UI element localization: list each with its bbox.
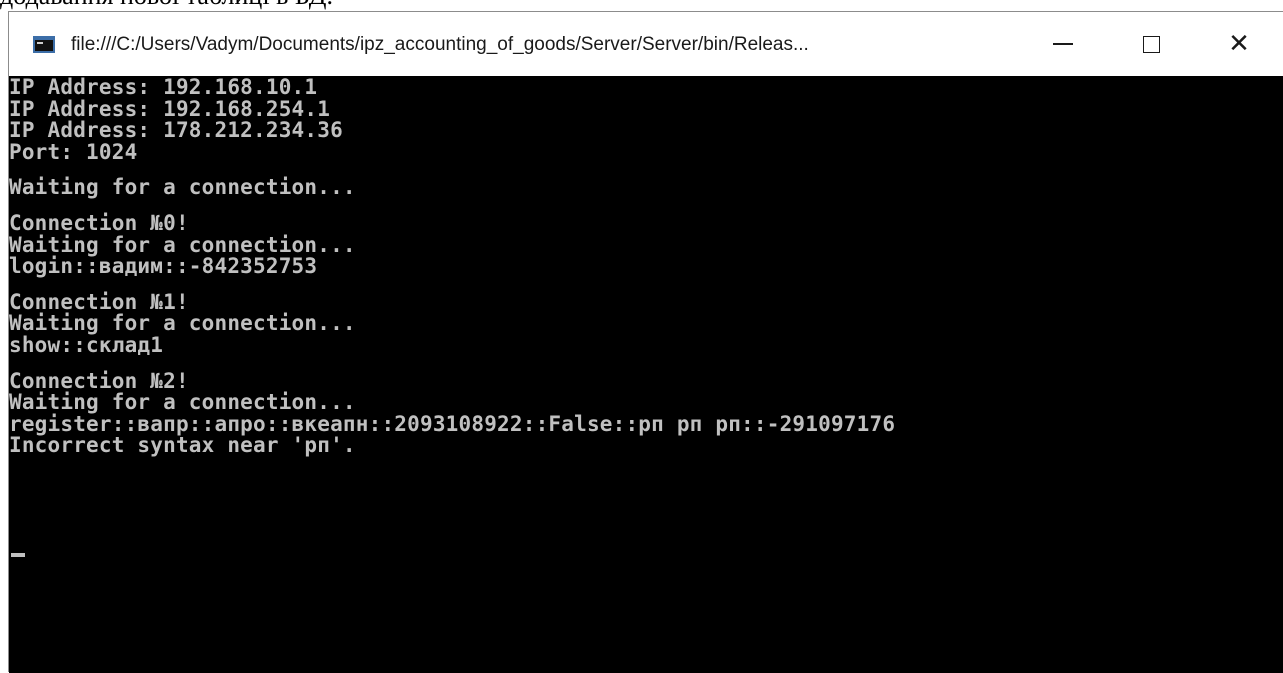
maximize-icon [1142,35,1160,53]
console-line: IP Address: 178.212.234.36 [9,118,343,143]
console-lines: IP Address: 192.168.10.1 IP Address: 192.… [9,76,896,458]
console-output[interactable]: IP Address: 192.168.10.1 IP Address: 192.… [9,76,1283,673]
document-caption: додавання нової таблиці в БД. [0,0,1283,10]
console-line: Incorrect syntax near 'рп'. [9,433,356,458]
console-line: register::вапр::апро::вкеапн::2093108922… [9,411,896,436]
console-line: Port: 1024 [9,139,138,164]
maximize-button[interactable] [1107,12,1195,76]
minimize-icon [1053,43,1073,45]
console-line: IP Address: 192.168.254.1 [9,96,331,121]
console-window: file:///C:/Users/Vadym/Documents/ipz_acc… [8,11,1283,673]
console-line: login::вадим::-842352753 [9,254,318,279]
window-title: file:///C:/Users/Vadym/Documents/ipz_acc… [71,34,809,55]
text-cursor [11,553,25,557]
console-app-icon[interactable] [33,36,55,53]
console-line: Connection №1! [9,289,189,314]
console-line: Waiting for a connection... [9,175,356,200]
console-line: Waiting for a connection... [9,232,356,257]
close-icon: ✕ [1228,29,1250,59]
console-line: Waiting for a connection... [9,390,356,415]
console-line: Connection №0! [9,210,189,235]
console-line: Connection №2! [9,368,189,393]
console-line: Waiting for a connection... [9,311,356,336]
minimize-button[interactable] [1019,12,1107,76]
title-bar[interactable]: file:///C:/Users/Vadym/Documents/ipz_acc… [9,12,1283,76]
console-line: IP Address: 192.168.10.1 [9,76,318,99]
console-line: show::склад1 [9,332,164,357]
close-button[interactable]: ✕ [1195,12,1283,76]
